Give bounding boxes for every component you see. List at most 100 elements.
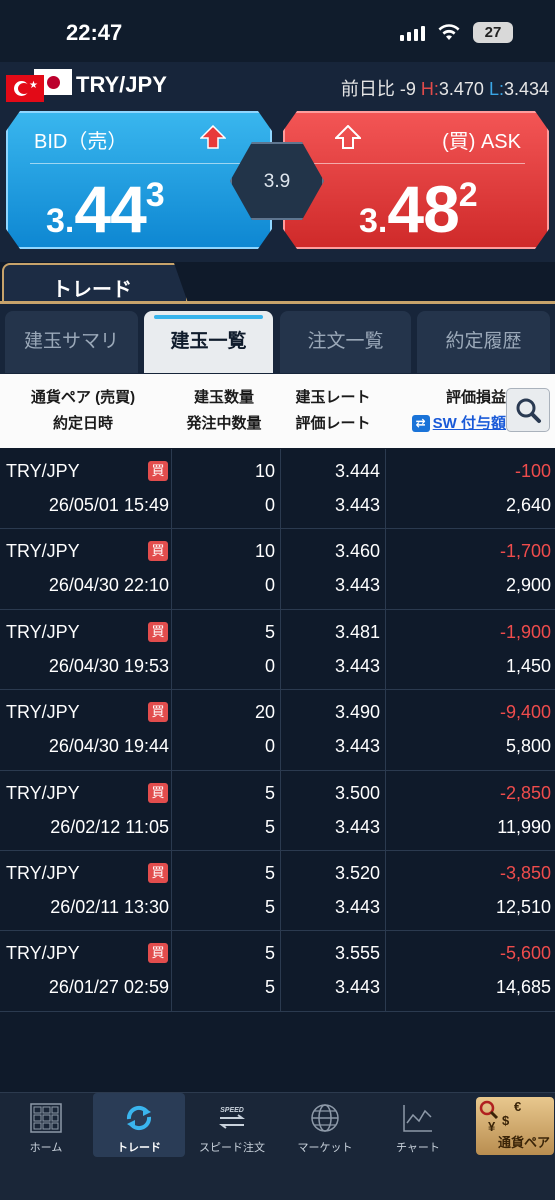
column-divider (171, 529, 172, 609)
column-divider (280, 609, 281, 690)
bid-price-tail: 3 (145, 176, 165, 214)
change-label: 前日比 (340, 79, 395, 99)
position-sw: 5,800 (505, 736, 551, 757)
position-row[interactable]: TRY/JPY 買 26/04/30 22:10 10 0 3.460 3.44… (0, 529, 555, 610)
position-row[interactable]: TRY/JPY 買 26/04/30 19:44 20 0 3.490 3.44… (0, 690, 555, 771)
position-eval-rate: 3.443 (334, 575, 380, 596)
position-sw: 2,900 (505, 575, 551, 596)
nav-home[interactable]: ホーム (0, 1093, 92, 1157)
column-divider (385, 931, 386, 1011)
turkey-flag-icon: ★ (6, 75, 44, 102)
change-value: -9 (399, 79, 416, 99)
position-pair: TRY/JPY (6, 702, 80, 723)
position-rate: 3.490 (334, 702, 380, 723)
col-date-label: 約定日時 (52, 415, 113, 432)
position-date: 26/02/11 13:30 (50, 896, 169, 917)
battery-indicator: 27 (473, 22, 513, 43)
position-sw: 12,510 (495, 896, 551, 917)
col-rate-header[interactable]: 建玉レート 評価レート (284, 385, 382, 437)
ask-price-small: 3. (359, 202, 388, 240)
yen-icon: ¥ (488, 1119, 496, 1134)
column-divider (280, 931, 281, 1011)
position-row[interactable]: TRY/JPY 買 26/02/12 11:05 5 5 3.500 3.443… (0, 770, 555, 851)
position-row[interactable]: TRY/JPY 買 26/01/27 02:59 5 5 3.555 3.443… (0, 931, 555, 1012)
col-sw-row[interactable]: ⇄ SW 付与額 (392, 411, 506, 437)
tab-order-list[interactable]: 注文一覧 (280, 311, 411, 373)
speed-icon: SPEED (219, 1107, 245, 1129)
ask-label: (買) ASK (442, 131, 521, 153)
col-pl-label: 評価損益 (445, 389, 506, 406)
tab-execution-history[interactable]: 約定履歴 (417, 311, 550, 373)
wifi-icon (438, 24, 460, 40)
low-label: L: (488, 79, 504, 99)
pair-name[interactable]: TRY/JPY (76, 72, 167, 98)
buy-badge: 買 (148, 862, 168, 883)
swap-icon: ⇄ (411, 415, 430, 432)
position-rate: 3.500 (334, 782, 380, 803)
col-pending-label: 発注中数量 (186, 415, 262, 432)
position-pending: 0 (264, 575, 275, 596)
position-row[interactable]: TRY/JPY 買 26/04/30 19:53 5 0 3.481 3.443… (0, 609, 555, 691)
nav-market[interactable]: マーケット (279, 1093, 371, 1157)
position-pl: -2,850 (499, 782, 551, 803)
refresh-arrows-icon (126, 1105, 152, 1131)
signal-icon (400, 26, 425, 41)
nav-market-label: マーケット (297, 1142, 353, 1154)
globe-icon (311, 1104, 339, 1132)
col-pair-label: 通貨ペア (売買) (30, 389, 136, 406)
position-sw: 2,640 (505, 495, 551, 515)
position-qty: 5 (264, 862, 275, 883)
column-divider (171, 770, 172, 850)
tab-trade[interactable]: トレード (2, 263, 188, 303)
ask-price-tail: 2 (458, 176, 478, 214)
tab-position-summary[interactable]: 建玉サマリ (5, 311, 138, 373)
buy-badge: 買 (148, 782, 168, 803)
position-pair: TRY/JPY (6, 541, 80, 562)
column-divider (280, 529, 281, 609)
currency-pair-button[interactable]: € ¥ $ 通貨ペア (476, 1097, 554, 1155)
arrow-up-icon (200, 125, 226, 149)
chart-icon (403, 1105, 432, 1132)
position-qty: 5 (264, 943, 275, 964)
col-pair-header[interactable]: 通貨ペア (売買) 約定日時 (8, 385, 158, 437)
position-pl: -100 (514, 461, 551, 481)
buy-badge: 買 (148, 621, 168, 642)
tab-position-list[interactable]: 建玉一覧 (144, 311, 273, 373)
column-divider (385, 529, 386, 609)
buy-badge: 買 (148, 943, 168, 964)
column-divider (280, 449, 281, 529)
bid-price-big: 44 (74, 172, 146, 246)
position-list: TRY/JPY 買 26/05/01 15:49 10 0 3.444 3.44… (0, 449, 555, 1012)
nav-trade[interactable]: トレード (93, 1093, 185, 1157)
position-eval-rate: 3.443 (334, 816, 380, 837)
position-pl: -5,600 (499, 943, 551, 964)
pair-stats: 前日比 -9 H:3.470 L:3.434 (341, 75, 549, 101)
ask-divider (307, 163, 525, 164)
column-divider (385, 690, 386, 770)
nav-chart-label: チャート (396, 1142, 440, 1154)
ask-price: 3.482 (359, 171, 478, 247)
bid-label: BID（売） (34, 131, 128, 153)
col-pl-header[interactable]: 評価損益 ⇄ SW 付与額 (392, 385, 506, 437)
col-qty-label: 建玉数量 (193, 389, 254, 406)
position-pl: -9,400 (499, 702, 551, 723)
buy-badge: 買 (148, 702, 168, 723)
position-date: 26/04/30 19:44 (48, 736, 169, 757)
nav-chart[interactable]: チャート (372, 1093, 464, 1157)
nav-speed-order[interactable]: SPEED スピード注文 (186, 1093, 278, 1157)
ask-price-big: 48 (387, 172, 459, 246)
nav-speed-label: スピード注文 (199, 1142, 265, 1154)
tab-trade-label: トレード (52, 279, 132, 301)
position-date: 26/05/01 15:49 (48, 495, 169, 515)
position-row[interactable]: TRY/JPY 買 26/05/01 15:49 10 0 3.444 3.44… (0, 449, 555, 530)
euro-icon: € (514, 1099, 522, 1114)
position-row[interactable]: TRY/JPY 買 26/02/11 13:30 5 5 3.520 3.443… (0, 850, 555, 932)
bid-divider (30, 163, 248, 164)
col-qty-header[interactable]: 建玉数量 発注中数量 (172, 385, 276, 437)
search-button[interactable] (506, 388, 550, 432)
position-sw: 14,685 (495, 977, 551, 998)
position-pending: 0 (264, 495, 275, 515)
arrow-up-outline-icon (335, 125, 361, 149)
position-rate: 3.460 (334, 541, 380, 562)
grid-icon (30, 1103, 62, 1133)
